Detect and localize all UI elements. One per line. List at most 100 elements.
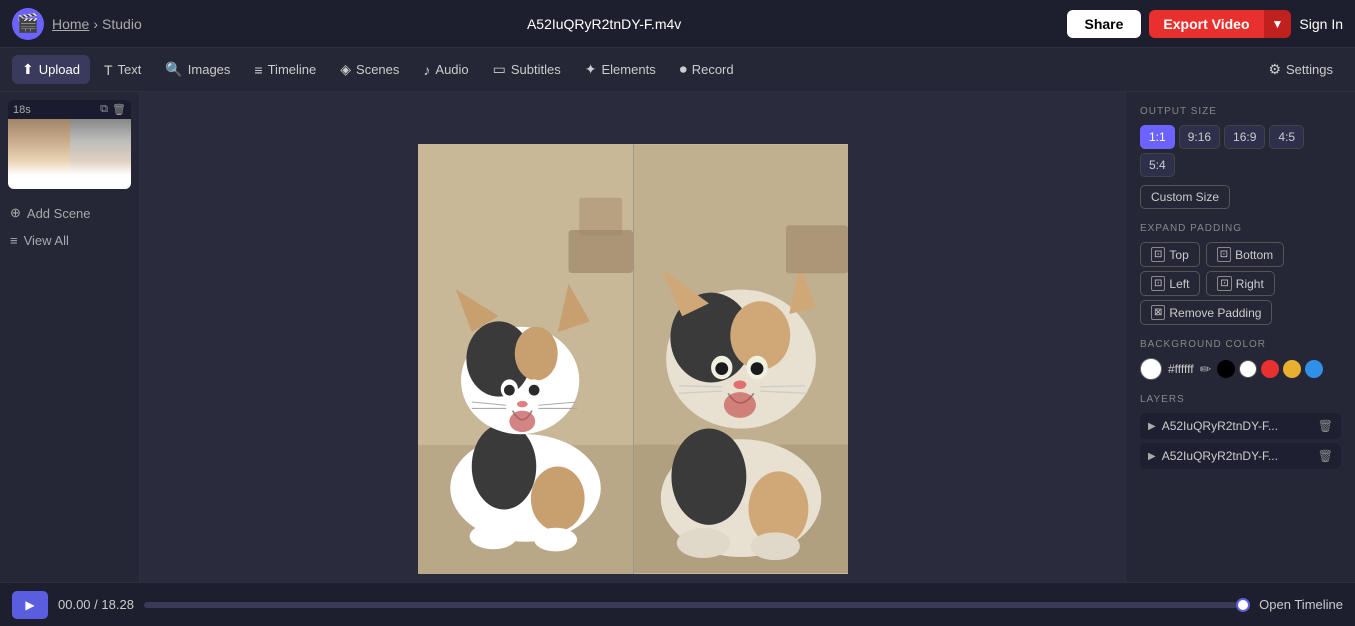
record-icon: ⏺ xyxy=(680,61,687,78)
padding-top-button[interactable]: ⊡ Top xyxy=(1140,242,1200,267)
bg-color-row: #ffffff ✏ xyxy=(1140,358,1341,380)
share-button[interactable]: Share xyxy=(1067,10,1142,38)
scene-duration: 18s xyxy=(13,104,31,116)
bg-color-swatch[interactable] xyxy=(1140,358,1162,380)
size-btn-1-1[interactable]: 1:1 xyxy=(1140,125,1175,149)
toolbar-settings[interactable]: ⚙ Settings xyxy=(1258,55,1343,84)
scene-images xyxy=(8,119,131,189)
open-timeline-button[interactable]: Open Timeline xyxy=(1259,597,1343,612)
padding-right-label: Right xyxy=(1236,277,1264,291)
padding-left-icon: ⊡ xyxy=(1151,276,1165,291)
breadcrumb-home[interactable]: Home xyxy=(52,16,89,32)
color-swatch-yellow[interactable] xyxy=(1283,360,1301,378)
add-scene-icon: ⊕ xyxy=(10,205,21,221)
scene-delete-icon[interactable]: 🗑 xyxy=(112,103,126,116)
view-all-label: View All xyxy=(24,233,69,248)
view-all-icon: ≡ xyxy=(10,233,18,248)
bg-color-value: #ffffff xyxy=(1168,362,1194,376)
layer-item-2[interactable]: ▶ A52IuQRyR2tnDY-F... 🗑 xyxy=(1140,443,1341,469)
toolbar-subtitles[interactable]: ▭ Subtitles xyxy=(483,55,571,84)
breadcrumb: Home › Studio xyxy=(52,16,142,32)
export-dropdown-button[interactable]: ▼ xyxy=(1264,10,1292,38)
size-btn-9-16[interactable]: 9:16 xyxy=(1179,125,1220,149)
layer-1-play-icon: ▶ xyxy=(1148,421,1156,432)
padding-right-icon: ⊡ xyxy=(1217,276,1231,291)
layer-1-label: A52IuQRyR2tnDY-F... xyxy=(1162,419,1278,433)
add-scene-label: Add Scene xyxy=(27,206,91,221)
color-swatch-blue[interactable] xyxy=(1305,360,1323,378)
padding-bottom-icon: ⊡ xyxy=(1217,247,1231,262)
elements-icon: ✦ xyxy=(585,61,597,78)
layer-2-label: A52IuQRyR2tnDY-F... xyxy=(1162,449,1278,463)
toolbar-upload-label: Upload xyxy=(39,62,80,77)
toolbar-timeline[interactable]: ≡ Timeline xyxy=(244,56,326,84)
size-buttons: 1:1 9:16 16:9 4:5 5:4 xyxy=(1140,125,1341,177)
app-logo: 🎬 xyxy=(12,8,44,40)
main-area: 18s ⧉ 🗑 ⊕ Add Scene ≡ View All xyxy=(0,92,1355,626)
background-color-title: BACKGROUND COLOR xyxy=(1140,339,1341,350)
scene-thumb-header: 18s ⧉ 🗑 xyxy=(8,100,131,119)
remove-padding-icon: ⊠ xyxy=(1151,305,1165,320)
padding-top-label: Top xyxy=(1169,248,1188,262)
upload-icon: ⬆ xyxy=(22,61,34,78)
padding-left-label: Left xyxy=(1169,277,1189,291)
toolbar-audio-label: Audio xyxy=(435,62,468,77)
size-btn-4-5[interactable]: 4:5 xyxy=(1269,125,1304,149)
time-display: 00.00 / 18.28 xyxy=(58,597,134,612)
audio-icon: ♪ xyxy=(423,62,430,78)
total-time: 18.28 xyxy=(101,597,134,612)
layer-2-delete-icon[interactable]: 🗑 xyxy=(1318,449,1333,463)
add-scene-button[interactable]: ⊕ Add Scene xyxy=(8,201,131,225)
toolbar-images[interactable]: 🔍 Images xyxy=(155,55,240,84)
size-btn-16-9[interactable]: 16:9 xyxy=(1224,125,1265,149)
output-size-title: OUTPUT SIZE xyxy=(1140,106,1341,117)
cat-panel-left xyxy=(418,144,633,574)
sign-in-button[interactable]: Sign In xyxy=(1299,16,1343,32)
cat-svg-right xyxy=(634,144,848,574)
right-panel: OUTPUT SIZE 1:1 9:16 16:9 4:5 5:4 Custom… xyxy=(1125,92,1355,626)
layer-1-delete-icon[interactable]: 🗑 xyxy=(1318,419,1333,433)
padding-bottom-label: Bottom xyxy=(1235,248,1273,262)
progress-bar[interactable] xyxy=(144,602,1249,608)
toolbar-elements[interactable]: ✦ Elements xyxy=(575,55,666,84)
breadcrumb-separator: › xyxy=(93,16,98,32)
color-picker-icon[interactable]: ✏ xyxy=(1200,361,1212,378)
export-video-button[interactable]: Export Video xyxy=(1149,10,1263,38)
play-button[interactable]: ▶ xyxy=(12,591,48,619)
color-swatch-red[interactable] xyxy=(1261,360,1279,378)
expand-padding-title: EXPAND PADDING xyxy=(1140,223,1341,234)
toolbar-audio[interactable]: ♪ Audio xyxy=(413,56,478,84)
toolbar-upload[interactable]: ⬆ Upload xyxy=(12,55,90,84)
export-button-group: Export Video ▼ xyxy=(1149,10,1291,38)
size-btn-5-4[interactable]: 5:4 xyxy=(1140,153,1175,177)
remove-padding-button[interactable]: ⊠ Remove Padding xyxy=(1140,300,1272,325)
padding-bottom-button[interactable]: ⊡ Bottom xyxy=(1206,242,1284,267)
timeline-icon: ≡ xyxy=(254,62,262,78)
layer-item-1[interactable]: ▶ A52IuQRyR2tnDY-F... 🗑 xyxy=(1140,413,1341,439)
bottom-bar: ▶ 00.00 / 18.28 Open Timeline xyxy=(0,582,1355,626)
padding-right-button[interactable]: ⊡ Right xyxy=(1206,271,1274,296)
padding-buttons-row1: ⊡ Top ⊡ Bottom xyxy=(1140,242,1341,267)
breadcrumb-current: Studio xyxy=(102,16,142,32)
layers-title: LAYERS xyxy=(1140,394,1341,405)
color-swatch-black[interactable] xyxy=(1217,360,1235,378)
custom-size-button[interactable]: Custom Size xyxy=(1140,185,1230,209)
scene-thumbnail[interactable]: 18s ⧉ 🗑 xyxy=(8,100,131,189)
view-all-button[interactable]: ≡ View All xyxy=(8,229,131,252)
padding-top-icon: ⊡ xyxy=(1151,247,1165,262)
toolbar-record[interactable]: ⏺ Record xyxy=(670,55,744,84)
canvas-content xyxy=(418,144,848,574)
scene-duplicate-icon[interactable]: ⧉ xyxy=(100,103,108,116)
scenes-icon: ◈ xyxy=(340,61,351,78)
cat-svg-left xyxy=(418,144,633,574)
toolbar-scenes[interactable]: ◈ Scenes xyxy=(330,55,409,84)
padding-buttons-row2: ⊡ Left ⊡ Right xyxy=(1140,271,1341,296)
toolbar-subtitles-label: Subtitles xyxy=(511,62,561,77)
padding-left-button[interactable]: ⊡ Left xyxy=(1140,271,1200,296)
color-swatch-white[interactable] xyxy=(1239,360,1257,378)
images-icon: 🔍 xyxy=(165,61,182,78)
left-sidebar: 18s ⧉ 🗑 ⊕ Add Scene ≡ View All xyxy=(0,92,140,626)
layer-item-1-left: ▶ A52IuQRyR2tnDY-F... xyxy=(1148,419,1278,433)
progress-handle[interactable] xyxy=(1236,598,1250,612)
toolbar-text[interactable]: T Text xyxy=(94,56,151,84)
